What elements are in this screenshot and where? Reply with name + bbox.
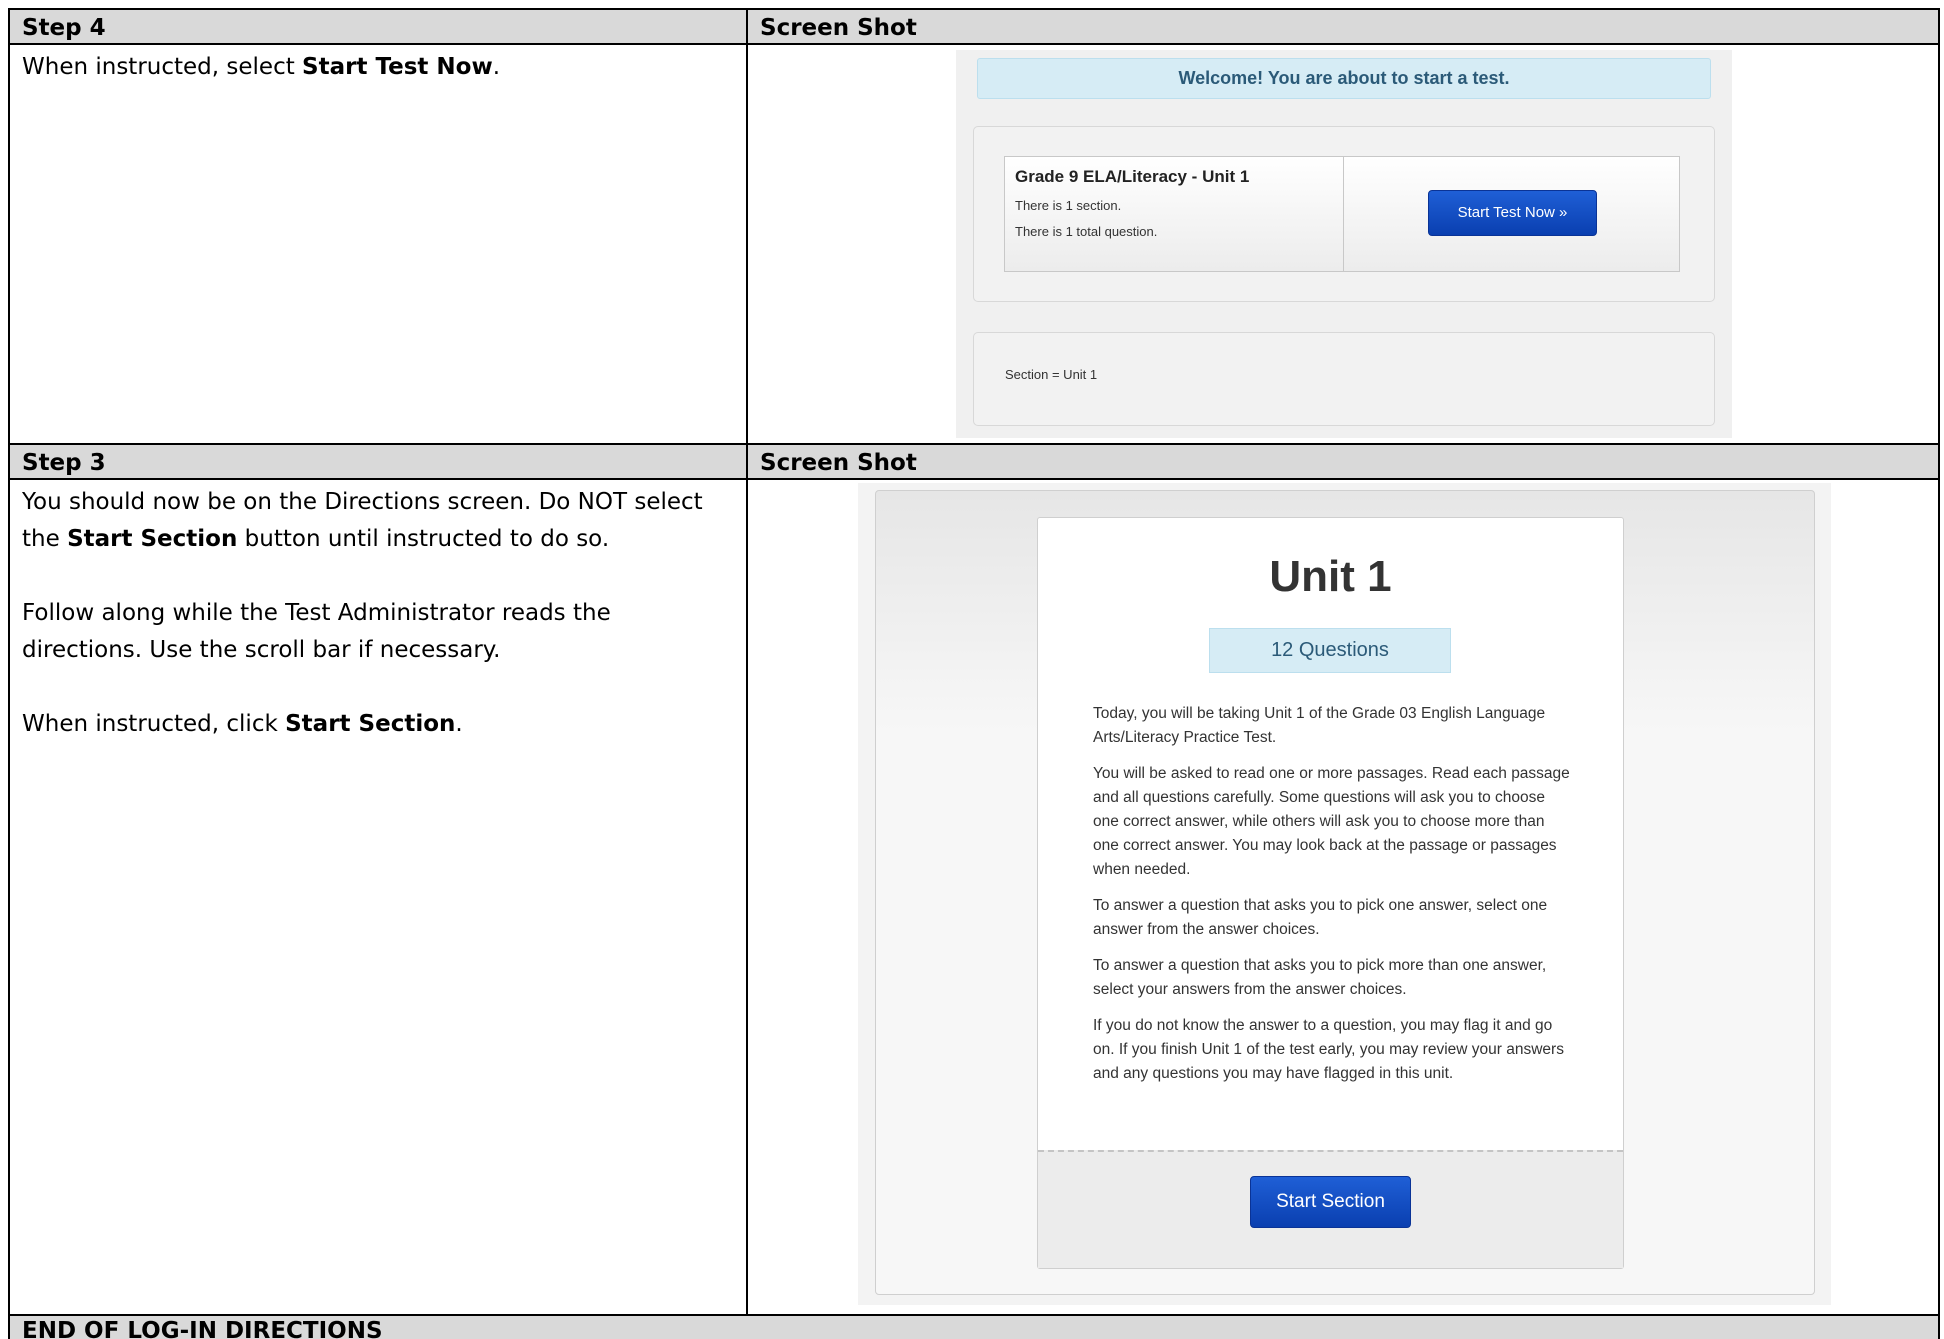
test-summary-box: Grade 9 ELA/Literacy - Unit 1 There is 1… — [1004, 156, 1680, 272]
section-count: There is 1 section. — [1015, 198, 1122, 213]
screenshot-header-label: Screen Shot — [760, 450, 917, 476]
step3-instructions: You should now be on the Directions scre… — [8, 478, 748, 1316]
step4-text-bold: Start Test Now — [302, 54, 493, 80]
directions-screenshot: Unit 1 12 Questions Today, you will be t… — [858, 483, 1831, 1305]
question-count-badge: 12 Questions — [1209, 628, 1451, 673]
step3-paragraph-3: When instructed, click Start Section. — [22, 711, 463, 737]
directions-footer: Start Section — [1038, 1150, 1623, 1268]
step4-text: When instructed, select Start Test Now. — [22, 54, 501, 80]
section-panel: Section = Unit 1 — [973, 332, 1715, 426]
directions-paragraph: To answer a question that asks you to pi… — [1093, 897, 1548, 938]
welcome-banner: Welcome! You are about to start a test. — [977, 58, 1711, 99]
step4-header-label: Step 4 — [22, 15, 106, 41]
unit-title: Unit 1 — [1269, 552, 1392, 601]
test-panel: Grade 9 ELA/Literacy - Unit 1 There is 1… — [973, 126, 1715, 302]
step4-screenshot-header: Screen Shot — [746, 8, 1940, 45]
end-of-directions-row: END OF LOG-IN DIRECTIONS — [8, 1314, 1940, 1339]
step4-instructions: When instructed, select Start Test Now. — [8, 43, 748, 445]
step3-screenshot-header: Screen Shot — [746, 443, 1940, 480]
step3-header-label: Step 3 — [22, 450, 106, 476]
directions-paragraph: You will be asked to read one or more pa… — [1093, 765, 1570, 878]
screenshot-header-label: Screen Shot — [760, 15, 917, 41]
step4-header: Step 4 — [8, 8, 748, 45]
test-info: Grade 9 ELA/Literacy - Unit 1 There is 1… — [1005, 157, 1344, 271]
question-count: There is 1 total question. — [1015, 224, 1158, 239]
start-test-screenshot: Welcome! You are about to start a test. … — [956, 50, 1732, 438]
step3-header: Step 3 — [8, 443, 748, 480]
step3-paragraph-2: Follow along while the Test Administrato… — [22, 600, 611, 663]
start-test-now-button[interactable]: Start Test Now » — [1428, 190, 1597, 236]
section-label: Section = Unit 1 — [1005, 367, 1098, 382]
test-name: Grade 9 ELA/Literacy - Unit 1 — [1015, 167, 1250, 186]
step3-paragraph-1: You should now be on the Directions scre… — [22, 489, 703, 552]
directions-paragraph: If you do not know the answer to a quest… — [1093, 1017, 1564, 1082]
directions-paragraph: To answer a question that asks you to pi… — [1093, 957, 1547, 998]
end-of-directions-label: END OF LOG-IN DIRECTIONS — [22, 1318, 383, 1339]
directions-text: Today, you will be taking Unit 1 of the … — [1093, 702, 1573, 1098]
directions-outer-panel: Unit 1 12 Questions Today, you will be t… — [875, 490, 1815, 1295]
directions-paragraph: Today, you will be taking Unit 1 of the … — [1093, 705, 1546, 746]
directions-card: Unit 1 12 Questions Today, you will be t… — [1037, 517, 1624, 1269]
start-section-button[interactable]: Start Section — [1250, 1176, 1411, 1228]
